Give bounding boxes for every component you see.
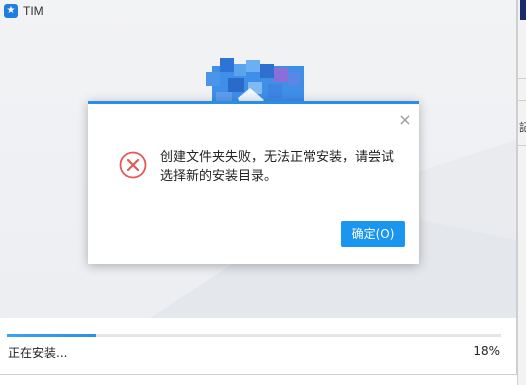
ok-button[interactable]: 确定(O) xyxy=(341,221,405,247)
background-window-edge: 記 xyxy=(517,0,526,385)
install-progress-bar xyxy=(7,334,501,337)
background-divider xyxy=(518,100,526,101)
background-window-text: 記 xyxy=(519,121,526,134)
error-icon xyxy=(119,151,147,179)
background-divider xyxy=(518,145,526,146)
installer-banner: ★ TIM × 创建文件夹失败，无法正常安装，请尝试选择新的安装目录。 确定(O… xyxy=(0,0,516,318)
install-progress-fill xyxy=(7,334,96,337)
error-dialog: × 创建文件夹失败，无法正常安装，请尝试选择新的安装目录。 确定(O) xyxy=(88,101,419,264)
background-divider xyxy=(518,78,526,79)
install-status-text: 正在安装... xyxy=(8,346,68,360)
installer-window: ★ TIM × 创建文件夹失败，无法正常安装，请尝试选择新的安装目录。 确定(O… xyxy=(0,0,517,375)
dialog-close-button[interactable]: × xyxy=(398,112,412,128)
background-window-accent xyxy=(520,0,526,20)
dialog-message: 创建文件夹失败，无法正常安装，请尝试选择新的安装目录。 xyxy=(160,150,395,184)
install-percent-text: 18% xyxy=(473,344,500,358)
title-bar[interactable]: ★ TIM xyxy=(0,0,200,22)
window-title: TIM xyxy=(23,4,44,18)
tim-app-icon: ★ xyxy=(4,4,18,18)
